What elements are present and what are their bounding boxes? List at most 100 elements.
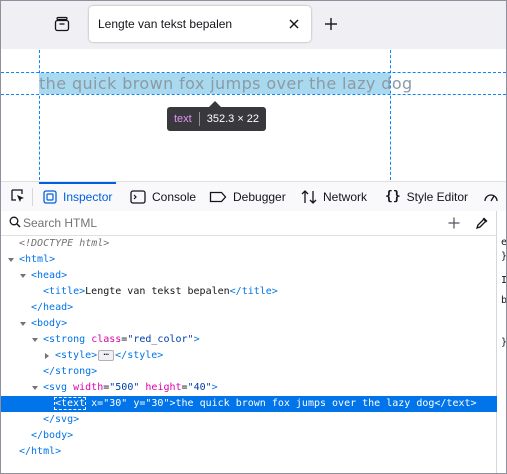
browser-window: Lengte van tekst bepalen the quick brown…: [0, 0, 507, 474]
tab-label: Inspector: [63, 189, 113, 204]
tree-node-strong[interactable]: <strong class="red_color">: [1, 332, 506, 348]
tag-text: </style>: [115, 350, 164, 361]
tab-performance[interactable]: [483, 182, 505, 211]
tag-text: </body>: [31, 430, 74, 441]
tab-close-button[interactable]: [285, 15, 303, 33]
rule-fragment: }: [501, 337, 506, 348]
expand-toggle-icon[interactable]: [31, 380, 39, 396]
expand-toggle-icon[interactable]: [19, 268, 27, 284]
collapsed-content-badge[interactable]: …: [98, 348, 115, 361]
tag-text: <style>: [55, 350, 98, 361]
attr-value: "500": [109, 382, 140, 393]
infobar-divider: [198, 112, 200, 126]
attr-name: height: [145, 382, 182, 393]
rules-sidebar: e } I b }: [497, 211, 506, 473]
attr-value: "40": [187, 382, 212, 393]
rule-fragment: b: [501, 295, 506, 306]
search-html-input[interactable]: [23, 214, 423, 232]
tree-node-text-selected[interactable]: <text x="30" y="30">the quick brown fox …: [1, 396, 506, 412]
tab-style-editor[interactable]: {} Style Editor: [385, 182, 468, 211]
infobar-tag: text: [174, 113, 192, 125]
tab-label: Console: [152, 189, 197, 204]
plus-icon: [448, 217, 460, 229]
tree-node-html-close[interactable]: </html>: [1, 444, 506, 460]
tab-label: Network: [323, 189, 368, 204]
tab-network[interactable]: Network: [301, 182, 367, 211]
tree-node-head-close[interactable]: </head>: [1, 300, 506, 316]
tag-text: <body>: [31, 318, 68, 329]
close-icon: [289, 19, 299, 29]
element-picker-button[interactable]: [10, 188, 26, 207]
tag-text: >: [211, 382, 218, 393]
svg-text-sample: the quick brown fox jumps over the lazy …: [39, 74, 413, 93]
guide-line: [390, 50, 391, 180]
tree-node-doctype[interactable]: <!DOCTYPE html>: [1, 236, 506, 252]
tree-node-style[interactable]: <style>… </style>: [1, 348, 506, 364]
toolbar-divider: [32, 188, 33, 206]
tree-node-body-close[interactable]: </body>: [1, 428, 506, 444]
new-tab-button[interactable]: [319, 12, 343, 36]
performance-icon: [483, 190, 499, 204]
expand-toggle-icon[interactable]: [7, 252, 15, 268]
tag-text: <text: [55, 398, 86, 409]
tag-text: <html>: [19, 254, 56, 265]
plus-icon: [325, 18, 337, 30]
tab-active[interactable]: Lengte van tekst bepalen: [89, 6, 311, 42]
search-icon: [9, 216, 21, 231]
tag-text: </title>: [229, 286, 278, 297]
tag-text: <title>: [43, 286, 86, 297]
tree-node-strong-close[interactable]: </strong>: [1, 364, 506, 380]
rule-fragment: e: [501, 237, 506, 248]
tag-text: >: [193, 334, 200, 345]
add-node-button[interactable]: [445, 214, 463, 232]
infobar-dimensions: 352.3 × 22: [206, 113, 260, 125]
tree-node-body[interactable]: <body>: [1, 316, 506, 332]
element-infobar: text 352.3 × 22: [167, 101, 267, 131]
tree-node-head[interactable]: <head>: [1, 268, 506, 284]
console-icon: [130, 189, 146, 204]
tag-text: <head>: [31, 270, 68, 281]
inspector-icon: [43, 189, 57, 204]
attr-value: "red_color": [127, 334, 194, 345]
rule-fragment: I: [501, 275, 506, 286]
text-node: Lengte van tekst bepalen: [85, 286, 230, 297]
doctype-text: <!DOCTYPE html>: [19, 238, 110, 249]
text-node: >the quick brown fox jumps over the lazy…: [169, 398, 477, 409]
network-icon: [301, 189, 317, 204]
tab-console[interactable]: Console: [130, 182, 196, 211]
attr-value: "30": [145, 398, 170, 409]
expand-toggle-icon[interactable]: [19, 316, 27, 332]
markup-search-bar: [1, 211, 496, 236]
tag-text: <svg: [43, 382, 68, 393]
tag-text: </svg>: [43, 414, 80, 425]
tag-text: </head>: [31, 302, 74, 313]
tab-label: Style Editor: [406, 189, 469, 204]
tree-node-svg-close[interactable]: </svg>: [1, 412, 506, 428]
guide-line: [1, 94, 506, 95]
tag-text: <strong: [43, 334, 86, 345]
tree-node-svg[interactable]: <svg width="500" height="40">: [1, 380, 506, 396]
debugger-icon: [209, 190, 227, 204]
tree-node-title[interactable]: <title>Lengte van tekst bepalen</title>: [1, 284, 506, 300]
tree-node-html[interactable]: <html>: [1, 252, 506, 268]
rule-fragment: }: [501, 251, 506, 262]
firefox-view-icon: [54, 16, 70, 32]
tab-inspector[interactable]: Inspector: [38, 182, 117, 211]
attr-name: width: [73, 382, 104, 393]
attr-value: "30": [103, 398, 128, 409]
element-picker-icon: [11, 189, 24, 202]
tab-debugger[interactable]: Debugger: [209, 182, 286, 211]
tag-text: </html>: [19, 446, 62, 457]
collapse-toggle-icon[interactable]: [43, 348, 51, 364]
tab-label: Debugger: [233, 189, 286, 204]
tag-text: </strong>: [43, 366, 98, 377]
page-viewport: the quick brown fox jumps over the lazy …: [1, 50, 506, 180]
guide-line: [39, 50, 40, 180]
eyedropper-button[interactable]: [473, 214, 491, 232]
firefox-view-button[interactable]: [49, 11, 75, 37]
devtools-toolbar: Inspector Console Debugger Network {} St…: [1, 181, 506, 212]
expand-toggle-icon[interactable]: [31, 332, 39, 348]
tab-title: Lengte van tekst bepalen: [98, 17, 233, 31]
tab-strip: Lengte van tekst bepalen: [1, 1, 506, 49]
style-editor-icon: {}: [385, 189, 401, 204]
